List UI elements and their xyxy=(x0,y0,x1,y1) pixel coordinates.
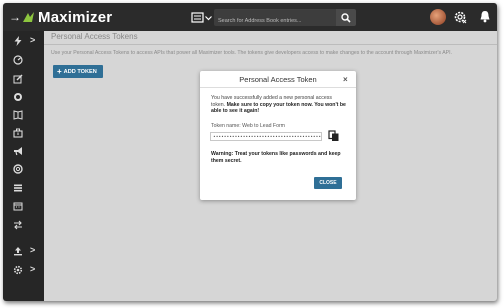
search-icon xyxy=(341,12,351,23)
back-arrow-icon[interactable]: → xyxy=(9,10,21,24)
chevron-right-icon: > xyxy=(30,35,36,45)
search-box xyxy=(214,9,353,30)
search-button[interactable] xyxy=(336,9,356,26)
copy-reminder: Make sure to copy your token now. You wo… xyxy=(211,101,346,115)
sidebar-item-dashboard[interactable] xyxy=(3,52,44,68)
megaphone-icon xyxy=(14,147,22,156)
notification-bell-icon[interactable] xyxy=(479,10,491,23)
sidebar-item-import[interactable]: > xyxy=(3,243,44,259)
settings-gear-icon xyxy=(13,265,23,275)
transfer-arrows-icon xyxy=(14,220,22,230)
sidebar-item-notes[interactable] xyxy=(3,71,44,87)
sidebar-item-campaigns[interactable] xyxy=(3,143,44,159)
app-window: → Maximizer Search for Address Book entr… xyxy=(3,3,497,301)
copy-icon[interactable] xyxy=(328,130,340,142)
add-token-label: ADD TOKEN xyxy=(63,68,97,75)
sidebar-item-leads[interactable] xyxy=(3,89,44,105)
address-book-icon xyxy=(191,12,204,23)
page-description: Use your Personal Access Tokens to acces… xyxy=(51,50,453,56)
token-value-field[interactable]: ••••••••••••••••••••••••••••••••••••••••… xyxy=(210,132,322,141)
chevron-down-icon xyxy=(205,15,212,20)
personal-access-token-dialog: Personal Access Token × You have success… xyxy=(200,71,356,200)
logo-text: Maximizer xyxy=(38,8,113,26)
success-message: You have successfully added a new person… xyxy=(211,95,347,115)
lightning-icon xyxy=(14,36,22,46)
chevron-right-icon: > xyxy=(30,264,36,274)
sidebar-item-reports[interactable] xyxy=(3,180,44,196)
page-title: Personal Access Tokens xyxy=(51,32,138,41)
plus-icon: + xyxy=(57,66,62,76)
sidebar-item-address-book[interactable] xyxy=(3,107,44,123)
sidebar-item-calendar[interactable] xyxy=(3,198,44,214)
dialog-title: Personal Access Token xyxy=(239,75,317,84)
chevron-right-icon: > xyxy=(30,245,36,255)
add-token-button[interactable]: + ADD TOKEN xyxy=(53,65,103,78)
target-icon xyxy=(14,93,22,101)
user-avatar[interactable] xyxy=(430,9,446,25)
upload-icon xyxy=(14,247,22,256)
maximizer-logo-icon xyxy=(23,12,34,22)
sidebar-item-opportunities[interactable] xyxy=(3,125,44,141)
support-lifebuoy-icon xyxy=(13,164,23,174)
close-icon[interactable]: × xyxy=(343,75,348,84)
token-name-label: Token name: Web to Lead Form xyxy=(211,123,286,129)
list-icon xyxy=(14,184,22,192)
settings-gear-icon[interactable] xyxy=(452,9,468,25)
security-warning: Warning: Treat your tokens like password… xyxy=(211,151,341,164)
address-book-toggle[interactable] xyxy=(191,11,213,24)
sidebar-item-customer-service[interactable] xyxy=(3,161,44,177)
logo[interactable]: → Maximizer xyxy=(9,8,112,26)
edit-icon xyxy=(13,74,23,84)
sidebar-item-integrations[interactable] xyxy=(3,217,44,233)
sidebar-item-settings[interactable]: > xyxy=(3,262,44,278)
sidebar-item-actions[interactable]: > xyxy=(3,33,44,49)
calendar-icon xyxy=(13,202,23,211)
divider xyxy=(44,44,497,45)
top-bar: → Maximizer xyxy=(3,3,497,31)
sidebar: > > > xyxy=(3,31,44,301)
briefcase-icon xyxy=(13,128,23,138)
dashboard-gauge-icon xyxy=(13,55,23,65)
divider xyxy=(200,87,356,88)
search-input[interactable] xyxy=(214,12,338,30)
address-book-icon xyxy=(13,110,23,120)
close-button[interactable]: CLOSE xyxy=(314,177,342,189)
